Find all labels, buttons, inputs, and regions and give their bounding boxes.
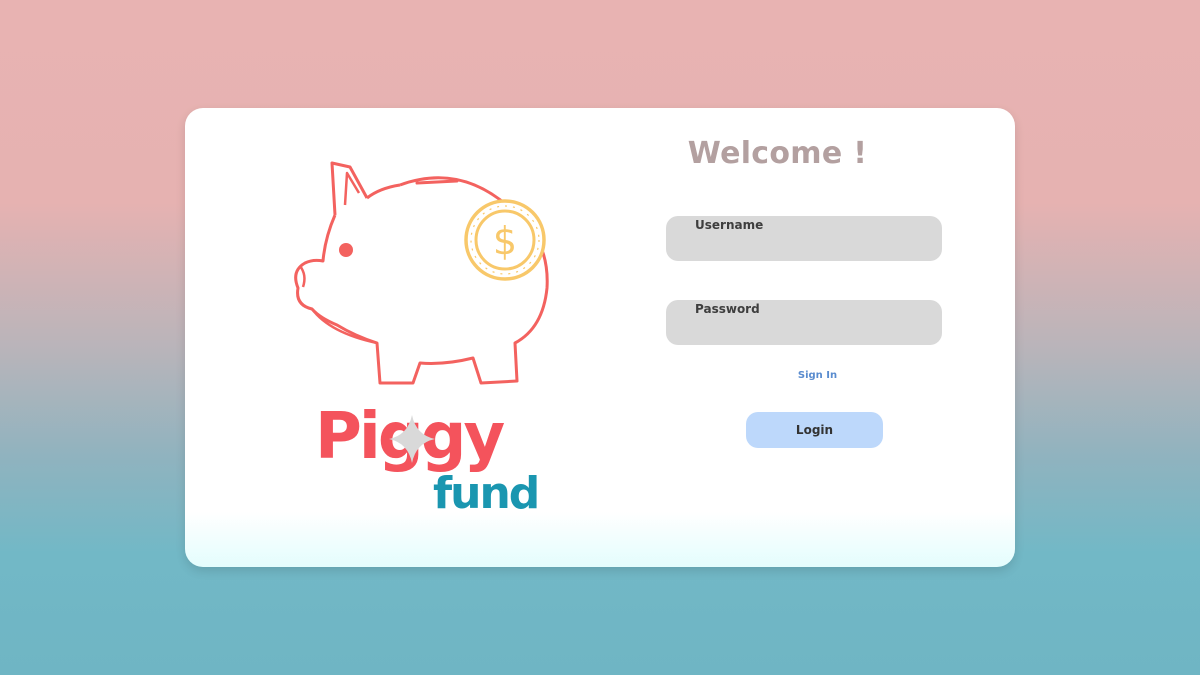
username-field[interactable]: Username bbox=[666, 216, 942, 261]
username-input[interactable] bbox=[695, 236, 928, 256]
piggy-fund-logo: $ Piggy fund bbox=[285, 153, 555, 523]
password-input[interactable] bbox=[695, 320, 928, 340]
dollar-sign: $ bbox=[493, 219, 517, 263]
password-field[interactable]: Password bbox=[666, 300, 942, 345]
piggy-bank-icon: $ Piggy fund bbox=[294, 161, 549, 519]
sign-in-link[interactable]: Sign In bbox=[785, 370, 850, 381]
login-card: $ Piggy fund Welcome ! Username Password… bbox=[185, 108, 1015, 567]
logo-text-fund: fund bbox=[433, 468, 538, 519]
welcome-heading: Welcome ! bbox=[687, 136, 868, 171]
password-label: Password bbox=[695, 302, 760, 316]
login-button[interactable]: Login bbox=[746, 412, 883, 448]
username-label: Username bbox=[695, 218, 764, 232]
